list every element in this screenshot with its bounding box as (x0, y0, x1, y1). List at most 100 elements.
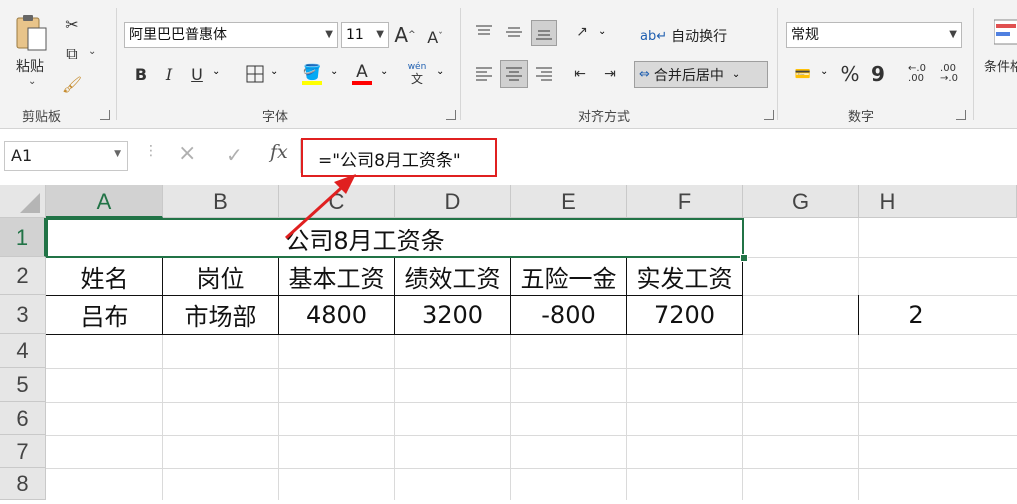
format-painter-icon[interactable]: 🖌 (60, 72, 84, 96)
wrap-text-button[interactable]: ab↵ 自动换行 (640, 24, 760, 48)
data-cell-position[interactable]: 市场部 (162, 295, 279, 334)
font-name-value: 阿里巴巴普惠体 (129, 27, 227, 43)
header-cell-net-pay[interactable]: 实发工资 (626, 257, 743, 295)
bold-button[interactable]: B (130, 62, 152, 86)
orientation-icon[interactable]: ↗ (570, 20, 594, 44)
accounting-dropdown-icon[interactable]: ⌄ (820, 66, 828, 77)
row-header-8[interactable]: 8 (0, 468, 46, 500)
underline-dropdown-icon[interactable]: ⌄ (212, 66, 220, 77)
group-separator (777, 8, 778, 120)
data-cell-net-pay[interactable]: 7200 (626, 295, 743, 334)
fill-color-dropdown-icon[interactable]: ⌄ (330, 66, 338, 77)
header-cell-name[interactable]: 姓名 (46, 257, 163, 295)
decrease-font-glyph: A (427, 27, 439, 47)
increase-font-size-button[interactable]: A ^ (394, 22, 416, 48)
phonetic-guide-icon[interactable]: wén 文 (404, 60, 430, 88)
number-dialog-launcher-icon[interactable] (956, 110, 966, 120)
column-header-h[interactable]: H (859, 185, 1017, 218)
number-format-dropdown[interactable]: 常规 ▼ (786, 22, 962, 48)
row-header-3[interactable]: 3 (0, 295, 46, 334)
chevron-down-icon: ▼ (949, 29, 957, 40)
row-header-1[interactable]: 1 (0, 218, 46, 257)
middle-align-icon[interactable] (502, 20, 526, 44)
column-header-d[interactable]: D (395, 185, 511, 218)
borders-dropdown-icon[interactable]: ⌄ (270, 66, 278, 77)
borders-icon[interactable] (244, 62, 266, 86)
increase-font-glyph: A (394, 23, 409, 47)
name-box[interactable]: A1 ▼ (4, 141, 128, 171)
top-align-icon[interactable] (472, 20, 496, 44)
formula-bar-grip-icon[interactable]: ⋮ (144, 143, 158, 159)
data-cell-base-salary[interactable]: 4800 (278, 295, 395, 334)
orientation-dropdown-icon[interactable]: ⌄ (598, 26, 606, 37)
paste-dropdown-icon[interactable]: ⌄ (28, 76, 36, 87)
font-size-dropdown[interactable]: 11 ▼ (341, 22, 389, 48)
header-cell-position[interactable]: 岗位 (162, 257, 279, 295)
italic-button[interactable]: I (158, 62, 180, 86)
column-header-a[interactable]: A (46, 185, 163, 218)
decrease-indent-icon[interactable]: ⇤ (568, 62, 592, 86)
alignment-dialog-launcher-icon[interactable] (764, 110, 774, 120)
cell-h3[interactable]: 2 (858, 295, 974, 334)
column-header-g[interactable]: G (743, 185, 859, 218)
underline-button[interactable]: U (186, 62, 208, 86)
data-cell-name[interactable]: 吕布 (46, 295, 163, 334)
data-cell-insurance[interactable]: -800 (510, 295, 627, 334)
alignment-group-label: 对齐方式 (578, 110, 631, 125)
conditional-formatting-icon[interactable] (993, 18, 1017, 46)
fill-color-icon[interactable]: 🪣 (300, 60, 324, 88)
column-header-c[interactable]: C (279, 185, 395, 218)
select-all-corner[interactable] (0, 185, 46, 218)
row-header-5[interactable]: 5 (0, 368, 46, 402)
data-cell-performance[interactable]: 3200 (394, 295, 511, 334)
font-color-dropdown-icon[interactable]: ⌄ (380, 66, 388, 77)
decrease-decimal-icon[interactable]: .00 →.0 (936, 60, 962, 88)
merge-center-icon: ⇔ (639, 67, 650, 82)
merge-center-button[interactable]: ⇔ 合并后居中 ⌄ (634, 61, 768, 88)
phonetic-dropdown-icon[interactable]: ⌄ (436, 66, 444, 77)
clipboard-dialog-launcher-icon[interactable] (100, 110, 110, 120)
column-header-f[interactable]: F (627, 185, 743, 218)
bottom-align-icon[interactable] (531, 20, 557, 46)
font-color-icon[interactable]: A (350, 60, 374, 88)
cancel-icon[interactable]: × (178, 141, 196, 166)
header-cell-base-salary[interactable]: 基本工资 (278, 257, 395, 295)
enter-icon[interactable]: ✓ (226, 143, 243, 167)
cell-a1-merged-title[interactable]: 公司8月工资条 (46, 218, 744, 258)
accounting-format-icon[interactable]: 💳 (790, 62, 816, 86)
comma-style-button[interactable]: 9 (868, 60, 888, 88)
chevron-down-icon: ▼ (376, 29, 384, 40)
cut-icon[interactable]: ✂ (60, 12, 84, 36)
row-header-6[interactable]: 6 (0, 402, 46, 435)
font-name-dropdown[interactable]: 阿里巴巴普惠体 ▼ (124, 22, 338, 48)
chevron-down-icon: ▼ (325, 29, 333, 40)
column-header-e[interactable]: E (511, 185, 627, 218)
row-header-7[interactable]: 7 (0, 435, 46, 468)
copy-dropdown-icon[interactable]: ⌄ (88, 46, 96, 57)
align-left-icon[interactable] (472, 62, 496, 86)
column-header-b[interactable]: B (163, 185, 279, 218)
conditional-formatting-button[interactable]: 条件格 (984, 56, 1017, 75)
increase-decimal-icon[interactable]: ←.0.00 (904, 60, 930, 88)
name-box-dropdown-icon[interactable]: ▼ (114, 149, 121, 159)
increase-indent-icon[interactable]: ⇥ (598, 62, 622, 86)
font-group-label: 字体 (262, 110, 289, 125)
align-right-icon[interactable] (532, 62, 556, 86)
sheet-title-text: 公司8月工资条 (285, 226, 445, 255)
percent-style-button[interactable]: % (838, 60, 862, 88)
paste-icon[interactable] (14, 12, 50, 54)
group-separator (460, 8, 461, 120)
formula-text: ="公司8月工资条" (318, 151, 461, 171)
name-box-value: A1 (11, 146, 33, 165)
align-center-icon[interactable] (500, 60, 528, 88)
header-cell-performance[interactable]: 绩效工资 (394, 257, 511, 295)
insert-function-icon[interactable]: fx (270, 141, 288, 163)
row-header-4[interactable]: 4 (0, 334, 46, 368)
row-header-2[interactable]: 2 (0, 257, 46, 295)
header-cell-insurance[interactable]: 五险一金 (510, 257, 627, 295)
number-format-value: 常规 (791, 27, 819, 43)
copy-icon[interactable]: ⧉ (60, 42, 84, 66)
font-dialog-launcher-icon[interactable] (446, 110, 456, 120)
decrease-font-size-button[interactable]: Aˇ (424, 24, 446, 50)
paste-button[interactable]: 粘贴 (16, 56, 44, 76)
